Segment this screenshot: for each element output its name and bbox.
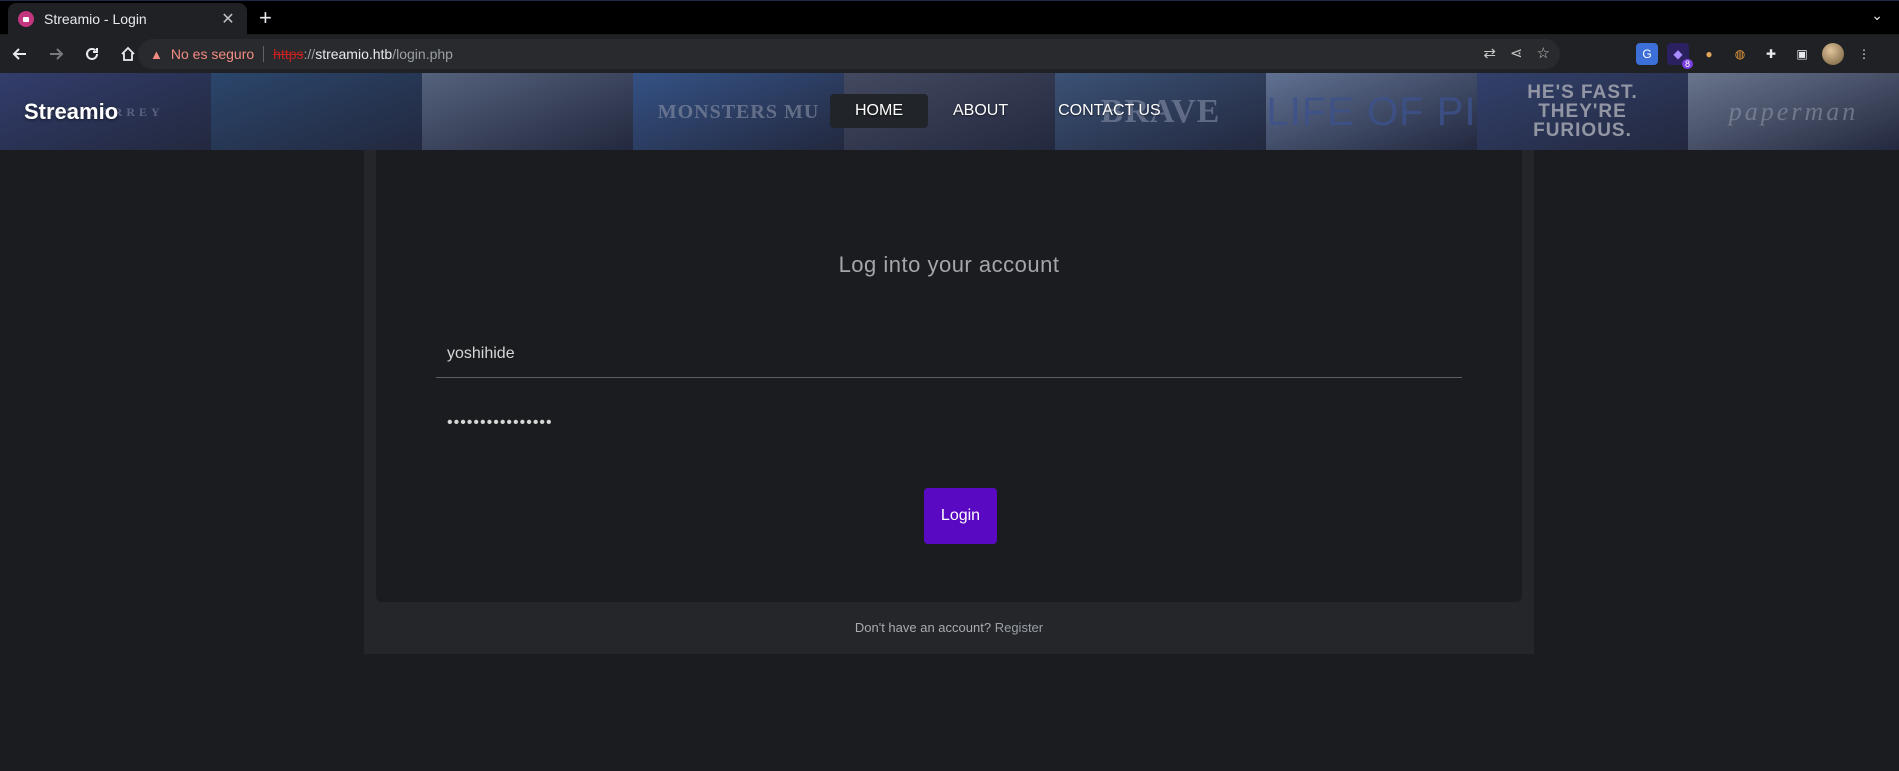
register-prompt-text: Don't have an account? bbox=[854, 620, 992, 635]
movie-poster: LIFE OF PI bbox=[1266, 73, 1477, 150]
reload-icon bbox=[86, 47, 98, 60]
url-host: streamio.htb bbox=[315, 46, 393, 62]
poster-text: paperman bbox=[1728, 96, 1859, 126]
nav-home[interactable]: HOME bbox=[830, 94, 928, 128]
register-link[interactable]: Register bbox=[995, 620, 1043, 635]
back-button[interactable] bbox=[4, 38, 36, 70]
back-arrow-icon bbox=[12, 48, 26, 60]
forward-button[interactable] bbox=[40, 38, 72, 70]
login-card: Log into your account Login bbox=[376, 150, 1522, 602]
omnibox-actions: ⇄ ⋖ ☆ bbox=[1483, 44, 1550, 62]
login-container: Log into your account Login Don't have a… bbox=[364, 150, 1534, 654]
share-icon[interactable]: ⋖ bbox=[1510, 44, 1523, 62]
bookmark-star-icon[interactable]: ☆ bbox=[1537, 44, 1550, 62]
poster-text: LIFE OF PI bbox=[1266, 89, 1477, 134]
password-input[interactable] bbox=[436, 399, 1462, 447]
url-scheme: https bbox=[273, 46, 304, 62]
translate-extension-icon[interactable]: G bbox=[1636, 43, 1658, 65]
site-header: JIM CARREY MONSTERS MU BRAVE LIFE OF PI … bbox=[0, 73, 1899, 150]
cookie-editor-extension-icon[interactable]: ◍ bbox=[1729, 43, 1751, 65]
tab-title: Streamio - Login bbox=[44, 11, 147, 27]
address-bar[interactable]: ▲ No es seguro https://streamio.htb/logi… bbox=[138, 39, 1560, 69]
profile-avatar[interactable] bbox=[1822, 43, 1844, 65]
browser-toolbar: ▲ No es seguro https://streamio.htb/logi… bbox=[0, 35, 1899, 73]
register-prompt: Don't have an account? Register bbox=[364, 620, 1534, 635]
wappalyzer-extension-icon[interactable]: ◆ 8 bbox=[1667, 43, 1693, 69]
reload-button[interactable] bbox=[76, 38, 108, 70]
site-brand[interactable]: Streamio bbox=[24, 99, 118, 125]
main-nav: HOME ABOUT CONTACT US bbox=[830, 94, 1186, 128]
translate-icon[interactable]: ⇄ bbox=[1483, 44, 1496, 62]
nav-about[interactable]: ABOUT bbox=[928, 94, 1033, 128]
browser-menu-icon[interactable]: ⋮ bbox=[1853, 43, 1875, 65]
url-text[interactable]: https://streamio.htb/login.php bbox=[273, 46, 453, 62]
poster-text: HE'S FAST. THEY'RE FURIOUS. bbox=[1527, 82, 1638, 141]
tab-search-chevron-icon[interactable]: ⌄ bbox=[1871, 7, 1883, 24]
url-scheme-separator: :// bbox=[303, 46, 316, 62]
home-icon bbox=[121, 46, 135, 61]
tab-close-icon[interactable]: ✕ bbox=[219, 9, 237, 29]
login-title: Log into your account bbox=[838, 252, 1060, 277]
cookie-extension-icon[interactable]: ● bbox=[1698, 43, 1720, 65]
streamio-favicon-icon bbox=[18, 11, 34, 27]
puzzle-extensions-icon[interactable]: ✚ bbox=[1760, 43, 1782, 65]
new-tab-button[interactable]: + bbox=[259, 5, 272, 31]
side-panel-icon[interactable]: ▣ bbox=[1791, 43, 1813, 65]
movie-poster bbox=[422, 73, 633, 150]
movie-poster: MONSTERS MU bbox=[633, 73, 844, 150]
security-status[interactable]: No es seguro bbox=[171, 46, 254, 62]
omnibox-divider bbox=[263, 46, 265, 62]
login-button[interactable]: Login bbox=[924, 488, 997, 544]
movie-poster bbox=[211, 73, 422, 150]
extensions-area: G ◆ 8 ● ◍ ✚ ▣ ⋮ bbox=[1636, 39, 1875, 69]
warning-icon: ▲ bbox=[150, 46, 163, 62]
nav-contact-us[interactable]: CONTACT US bbox=[1033, 94, 1186, 128]
forward-arrow-icon bbox=[50, 48, 64, 60]
poster-text: MONSTERS MU bbox=[657, 100, 820, 123]
url-path: /login.php bbox=[392, 46, 453, 62]
browser-tabstrip: Streamio - Login ✕ + ⌄ bbox=[0, 0, 1899, 35]
username-input[interactable] bbox=[436, 330, 1462, 378]
browser-tab[interactable]: Streamio - Login ✕ bbox=[8, 3, 247, 35]
movie-poster: paperman bbox=[1688, 73, 1899, 150]
extension-badge: 8 bbox=[1681, 59, 1693, 69]
movie-poster: HE'S FAST. THEY'RE FURIOUS. bbox=[1477, 73, 1688, 150]
